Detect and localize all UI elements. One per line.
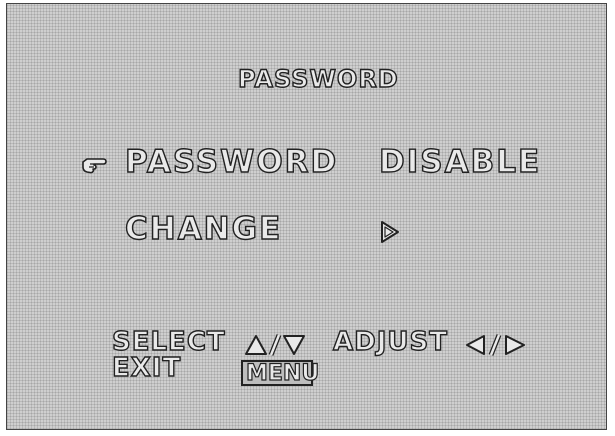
exit-hint-label: EXIT — [111, 353, 182, 383]
menu-key-label: MENU — [245, 361, 320, 386]
menu-key-badge[interactable]: MENU — [241, 360, 320, 386]
password-label: PASSWORD — [124, 144, 339, 180]
page-title: PASSWORD — [237, 65, 399, 93]
select-hint-label: SELECT — [111, 327, 226, 357]
adjust-hint-label: ADJUST — [332, 327, 448, 357]
pointing-hand-icon — [82, 158, 107, 174]
right-triangle-outline-icon[interactable] — [379, 219, 401, 245]
password-value[interactable]: DISABLE — [378, 146, 541, 178]
osd-screen: PASSWORD PASSWORD DISABLE CHANGE SELECT … — [6, 3, 607, 430]
change-label: CHANGE — [124, 211, 283, 247]
up-down-triangles-icon — [245, 334, 305, 356]
left-right-triangles-icon — [466, 334, 525, 356]
